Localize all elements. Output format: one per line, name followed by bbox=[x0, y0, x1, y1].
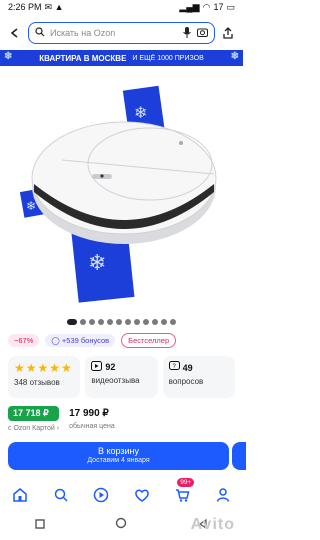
recents-icon[interactable] bbox=[35, 516, 45, 534]
add-to-cart-button[interactable]: В корзину Доставим 4 января bbox=[8, 442, 229, 470]
notification-icon: ✉ ▲ bbox=[44, 1, 64, 12]
share-icon[interactable] bbox=[221, 26, 235, 40]
carousel-dot[interactable] bbox=[143, 319, 149, 325]
rating-stars-icon: ★★★★★ bbox=[14, 361, 73, 375]
reviews-count: 348 отзывов bbox=[14, 378, 60, 387]
regular-price: 17 990 ₽ bbox=[69, 408, 109, 419]
svg-text:❄: ❄ bbox=[26, 199, 36, 213]
carousel-dot[interactable] bbox=[67, 319, 77, 325]
status-bar: 2:26 PM ✉ ▲ ▂▄▆ ◠ 17 ▭ bbox=[0, 0, 243, 14]
cart-count-badge: 99+ bbox=[177, 478, 195, 487]
carousel-dot[interactable] bbox=[152, 319, 158, 325]
carousel-dot[interactable] bbox=[161, 319, 167, 325]
clock: 2:26 PM bbox=[8, 2, 42, 12]
camera-icon[interactable] bbox=[197, 27, 208, 39]
svg-text:❄: ❄ bbox=[134, 105, 147, 122]
home-circle-icon[interactable] bbox=[115, 516, 127, 534]
cart-icon[interactable]: 99+ bbox=[173, 478, 195, 504]
video-count: 92 bbox=[105, 362, 116, 372]
microphone-icon[interactable] bbox=[183, 26, 191, 40]
catalog-search-icon[interactable] bbox=[52, 486, 70, 504]
image-carousel-dots bbox=[0, 319, 243, 325]
questions-label: вопросов bbox=[168, 377, 204, 386]
carousel-dot[interactable] bbox=[134, 319, 140, 325]
avito-watermark: Avito bbox=[190, 516, 235, 533]
bonus-badge[interactable]: ◯ +539 бонусов bbox=[45, 334, 116, 347]
carousel-dot[interactable] bbox=[125, 319, 131, 325]
questions-card[interactable]: ? 49 вопросов bbox=[162, 356, 235, 398]
delivery-date: Доставим 4 января bbox=[87, 457, 150, 464]
discount-badge: −67% bbox=[8, 334, 40, 347]
carousel-dot[interactable] bbox=[107, 319, 113, 325]
promo-banner[interactable]: ❄ КВАРТИРА В МОСКВЕ И ЕЩЁ 1000 ПРИЗОВ ❄ bbox=[0, 50, 243, 66]
bonus-label: +539 бонусов bbox=[61, 336, 110, 345]
battery-icon: ▭ bbox=[226, 1, 235, 12]
snowflake-icon: ❄ bbox=[4, 51, 13, 62]
product-image[interactable]: ❄ ❄ ❄ ❄ bbox=[0, 66, 243, 318]
search-placeholder: Искать на Ozon bbox=[50, 28, 116, 38]
video-reviews-card[interactable]: 92 видеоотзыва bbox=[85, 356, 158, 398]
questions-count: 49 bbox=[182, 362, 193, 373]
question-icon: ? bbox=[168, 361, 180, 374]
badges-row: −67% ◯ +539 бонусов Бестселлер bbox=[8, 333, 235, 348]
search-input[interactable]: Искать на Ozon bbox=[28, 22, 215, 44]
card-caption[interactable]: с Ozon Картой › bbox=[8, 425, 59, 432]
home-icon[interactable] bbox=[11, 486, 29, 504]
add-to-cart-label: В корзину bbox=[97, 446, 140, 456]
ozon-coin-icon: ◯ bbox=[51, 336, 60, 345]
battery-level: 17 bbox=[213, 2, 224, 12]
card-price: 17 718 ₽ bbox=[8, 406, 60, 421]
signal-icon: ▂▄▆ bbox=[179, 1, 200, 12]
banner-title: КВАРТИРА В МОСКВЕ bbox=[39, 53, 127, 63]
bottom-nav: 99+ bbox=[0, 478, 243, 508]
fresh-play-icon[interactable] bbox=[92, 486, 110, 504]
banner-subtitle: И ЕЩЁ 1000 ПРИЗОВ bbox=[132, 54, 204, 62]
favorites-icon[interactable] bbox=[133, 486, 151, 504]
svg-text:❄: ❄ bbox=[88, 250, 106, 275]
snowflake-icon: ❄ bbox=[230, 51, 239, 62]
search-icon bbox=[35, 27, 45, 39]
chevron-right-icon: › bbox=[56, 425, 60, 432]
bestseller-badge: Бестселлер bbox=[121, 333, 177, 348]
video-icon bbox=[91, 361, 103, 373]
carousel-dot[interactable] bbox=[89, 319, 95, 325]
wifi-icon: ◠ bbox=[202, 1, 211, 12]
carousel-dot[interactable] bbox=[116, 319, 122, 325]
back-arrow-icon[interactable] bbox=[8, 26, 22, 40]
price-block: 17 718 ₽ с Ozon Картой › 17 990 ₽ обычна… bbox=[8, 406, 235, 436]
video-label: видеоотзыва bbox=[91, 376, 140, 385]
profile-icon[interactable] bbox=[214, 486, 232, 504]
search-bar: Искать на Ozon bbox=[8, 22, 235, 44]
carousel-dot[interactable] bbox=[80, 319, 86, 325]
carousel-dot[interactable] bbox=[98, 319, 104, 325]
carousel-dot[interactable] bbox=[170, 319, 176, 325]
rating-card[interactable]: ★★★★★ 348 отзывов bbox=[8, 356, 81, 398]
regular-caption: обычная цена bbox=[69, 423, 115, 430]
next-button-edge[interactable] bbox=[232, 442, 246, 470]
stats-row: ★★★★★ 348 отзывов 92 видеоотзыва ? 49 во… bbox=[8, 356, 235, 398]
